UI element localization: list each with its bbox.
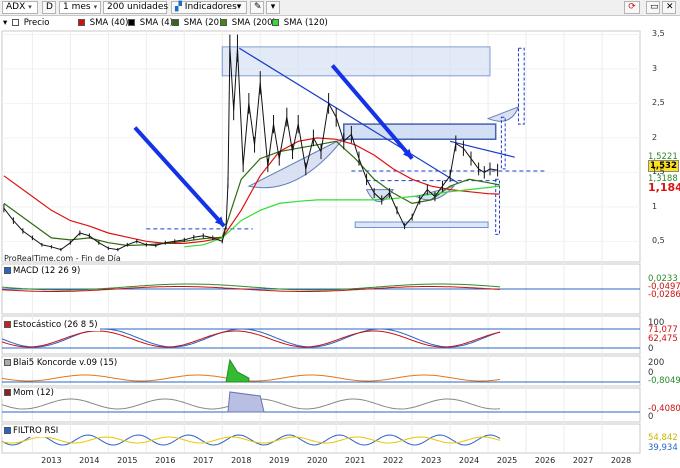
rounded-base-2019	[247, 137, 345, 189]
mom-swatch	[4, 389, 11, 396]
blai5-value: -0,8049	[648, 376, 680, 386]
resistance-zone	[221, 46, 491, 77]
y-tick-label: 2,5	[652, 98, 665, 108]
blai5-label[interactable]: Blai5 Koncorde v.09 (15)	[2, 358, 120, 369]
rsi-label-text: FILTRO RSI	[13, 426, 59, 436]
x-tick-label: 2015	[117, 456, 138, 465]
stoch-d-line	[1, 330, 501, 348]
x-tick-label: 2020	[307, 456, 328, 465]
price-line	[3, 48, 498, 251]
chart-canvas[interactable]	[0, 0, 680, 468]
x-tick-label: 2028	[610, 456, 632, 465]
y-tick-label: 0,5	[652, 236, 665, 246]
x-tick-label: 2016	[155, 456, 176, 465]
blai5-label-text: Blai5 Koncorde v.09 (15)	[13, 358, 118, 368]
projection-range-up	[517, 47, 525, 125]
y-tick-label: 3,5	[652, 29, 665, 39]
x-tick-label: 2025	[496, 456, 518, 465]
mom-spike	[227, 391, 265, 413]
x-tick-label: 2013	[41, 456, 62, 465]
mom-label[interactable]: Mom (12)	[2, 388, 56, 399]
x-tick-label: 2023	[420, 456, 442, 465]
x-tick-label: 2019	[269, 456, 290, 465]
x-tick-label: 2027	[572, 456, 594, 465]
rsi-label[interactable]: FILTRO RSI	[2, 426, 61, 437]
blai5-tick-200: 200	[648, 358, 665, 368]
macd-swatch	[4, 267, 11, 274]
macd-label-text: MACD (12 26 9)	[13, 266, 81, 276]
stoch-label[interactable]: Estocástico (26 8 5)	[2, 320, 100, 331]
y-tick-label: 3	[652, 63, 658, 73]
y-tick-label: 2	[652, 132, 658, 142]
y-tick-label: 1,5	[652, 167, 665, 177]
macd-label[interactable]: MACD (12 26 9)	[2, 266, 83, 277]
support-zone	[354, 221, 489, 229]
rsi-value-1: 54,842	[648, 433, 678, 443]
x-tick-label: 2018	[231, 456, 252, 465]
rsi-value-2: 39,934	[648, 443, 678, 453]
rsi-line	[1, 434, 501, 446]
x-tick-label: 2021	[344, 456, 366, 465]
x-tick-label: 2017	[193, 456, 214, 465]
mom-label-text: Mom (12)	[13, 388, 54, 398]
arrow-decline	[330, 64, 414, 160]
arrow-breakout	[133, 126, 226, 228]
x-tick-label: 2024	[458, 456, 480, 465]
stoch-value-2: 62,475	[648, 334, 678, 344]
rsi-swatch	[4, 427, 11, 434]
projection-range-mid	[500, 116, 506, 170]
stoch-swatch	[4, 321, 11, 328]
x-tick-label: 2026	[534, 456, 556, 465]
stoch-tick-0: 0	[648, 344, 654, 354]
projection-cup	[486, 105, 520, 122]
x-tick-label: 2014	[79, 456, 100, 465]
series-line-2	[184, 185, 500, 248]
mom-tick-0: 0	[648, 412, 654, 422]
blai5-spike	[225, 358, 250, 383]
sma40-price-tag: 1,1845	[648, 181, 680, 194]
blai5-line	[1, 374, 501, 382]
x-tick-label: 2022	[382, 456, 404, 465]
credit-text: ProRealTime.com - Fin de Día	[4, 254, 121, 263]
y-tick-label: 1	[652, 201, 658, 211]
series-line-1	[3, 140, 500, 247]
blai5-swatch	[4, 359, 11, 366]
macd-value-3: -0,0286	[648, 290, 680, 300]
stoch-label-text: Estocástico (26 8 5)	[13, 320, 98, 330]
